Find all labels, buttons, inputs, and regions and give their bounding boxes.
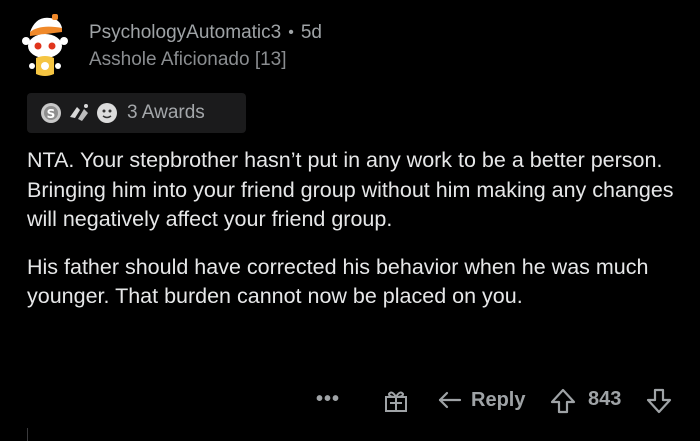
comment-paragraph: NTA. Your stepbrother hasn’t put in any … bbox=[27, 148, 674, 231]
helpful-hands-award-icon bbox=[67, 101, 91, 125]
wholesome-award-icon bbox=[95, 101, 119, 125]
comment-age: 5d bbox=[300, 22, 322, 43]
reply-button[interactable]: Reply bbox=[437, 387, 525, 413]
awards-bar[interactable]: S 3 Awards bbox=[27, 93, 246, 133]
give-award-button[interactable] bbox=[383, 388, 409, 414]
thread-line[interactable] bbox=[27, 428, 28, 441]
user-flair: Asshole Aficionado [13] bbox=[89, 49, 287, 70]
svg-text:S: S bbox=[47, 107, 56, 121]
vote-score: 843 bbox=[588, 388, 622, 410]
upvote-arrow-icon bbox=[550, 388, 576, 414]
upvote-button[interactable] bbox=[549, 387, 577, 415]
author-line: PsychologyAutomatic3 • 5d bbox=[89, 21, 322, 45]
comment-actions: ••• Reply 843 bbox=[0, 384, 700, 418]
comment: PsychologyAutomatic3 • 5d Asshole Aficio… bbox=[0, 0, 700, 441]
reply-label: Reply bbox=[471, 388, 526, 411]
username-link[interactable]: PsychologyAutomatic3 bbox=[89, 21, 281, 45]
reply-arrow-icon bbox=[438, 391, 462, 409]
comment-meta: PsychologyAutomatic3 • 5d Asshole Aficio… bbox=[89, 21, 322, 72]
silver-award-icon: S bbox=[39, 101, 63, 125]
more-options-button[interactable]: ••• bbox=[316, 388, 340, 411]
comment-body: NTA. Your stepbrother hasn’t put in any … bbox=[27, 146, 677, 330]
awards-count-label: 3 Awards bbox=[127, 102, 205, 123]
comment-paragraph: His father should have corrected his beh… bbox=[27, 254, 649, 309]
snoo-avatar-icon bbox=[22, 14, 68, 76]
downvote-arrow-icon bbox=[646, 388, 672, 414]
separator-dot: • bbox=[288, 24, 294, 41]
user-avatar[interactable] bbox=[16, 10, 78, 80]
downvote-button[interactable] bbox=[645, 387, 673, 415]
gift-icon bbox=[385, 391, 407, 412]
